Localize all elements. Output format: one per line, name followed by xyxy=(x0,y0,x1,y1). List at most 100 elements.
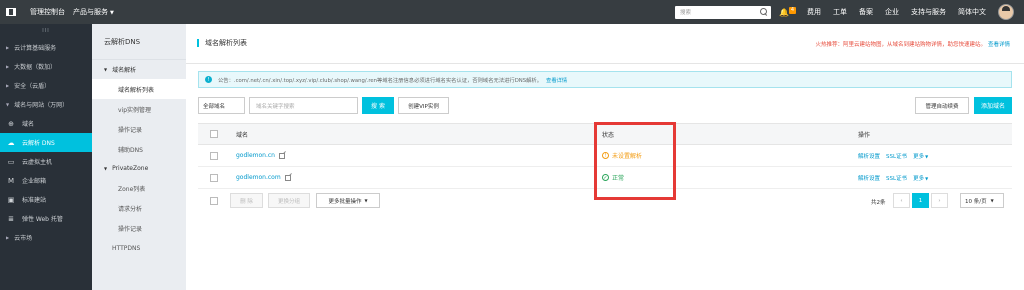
chevron-right-icon: ▶ xyxy=(6,235,10,240)
more-dropdown[interactable]: 更多▼ xyxy=(913,152,928,160)
domain-search-input[interactable]: 域名关键字搜索 xyxy=(249,97,358,114)
top-item-fees[interactable]: 费用 xyxy=(807,7,821,17)
notice-link[interactable]: 查看详情 xyxy=(546,76,567,84)
sidebar: III ▶ 云计算基础服务 ▶ 大数据（数加） ▶ 安全（云盾） ▼ 域名与网站（万网）… xyxy=(0,24,92,290)
top-item-language[interactable]: 简体中文 xyxy=(958,7,986,17)
dns-settings-link[interactable]: 解析设置 xyxy=(858,174,880,182)
ssl-cert-link[interactable]: SSL证书 xyxy=(886,174,907,182)
notice-bar: ! 公告：.com/.net/.cn/.xin/.top/.xyz/.vip/.… xyxy=(198,71,1012,88)
top-item-tickets[interactable]: 工单 xyxy=(833,7,847,17)
subnav-group-label: PrivateZone xyxy=(112,165,149,172)
secondary-nav: 云解析DNS ▼ 域名解析 域名解析列表 vip实例管理 操作记录 辅助DNS ▼… xyxy=(92,24,186,290)
notification-bell[interactable]: 🔔 4 xyxy=(777,5,796,19)
sidebar-item-label: 大数据（数加） xyxy=(14,64,57,71)
sidebar-item-market[interactable]: ▶ 云市场 xyxy=(0,228,92,247)
ssl-cert-link[interactable]: SSL证书 xyxy=(886,152,907,160)
subnav-item-log2[interactable]: 操作记录 xyxy=(92,218,186,238)
promo-text: 火热推荐：阿里云建站物图，从域名到建站购物详情，助您快速建站。 xyxy=(815,42,986,48)
sidebar-item-domains-websites[interactable]: ▼ 域名与网站（万网） xyxy=(0,95,92,114)
sidebar-item-mail[interactable]: M 企业邮箱 xyxy=(0,171,92,190)
global-search-input[interactable]: 搜索 xyxy=(675,5,771,19)
sidebar-item-bigdata[interactable]: ▶ 大数据（数加） xyxy=(0,57,92,76)
footer-select-all-checkbox[interactable] xyxy=(210,197,218,205)
subnav-group-label: 域名解析 xyxy=(112,67,137,74)
chevron-right-icon: ▶ xyxy=(6,83,10,88)
avatar[interactable] xyxy=(998,4,1014,20)
sidebar-item-web-hosting[interactable]: ≣ 弹性 Web 托管 xyxy=(0,209,92,228)
manage-autorenew-button[interactable]: 管理自动续费 xyxy=(915,97,969,114)
edit-icon[interactable] xyxy=(278,152,285,159)
page-size-label: 10 条/页 xyxy=(965,198,987,205)
subnav-item-vip[interactable]: vip实例管理 xyxy=(92,99,186,119)
row-checkbox[interactable] xyxy=(210,173,218,182)
domain-scope-select[interactable]: 全部域名 xyxy=(198,97,245,114)
current-page[interactable]: 1 xyxy=(912,193,929,208)
sidebar-item-label: 标准建站 xyxy=(22,197,47,204)
ops-cell: 解析设置 SSL证书 更多▼ xyxy=(858,174,934,182)
chevron-down-icon: ▼ xyxy=(364,198,368,203)
chevron-right-icon: ▶ xyxy=(6,64,10,69)
info-icon: ! xyxy=(205,76,212,83)
row-checkbox[interactable] xyxy=(210,151,218,160)
page-size-select[interactable]: 10 条/页 ▼ xyxy=(960,193,1004,208)
select-all-checkbox[interactable] xyxy=(210,130,218,138)
search-icon[interactable] xyxy=(760,8,768,16)
promo-link[interactable]: 查看详情 xyxy=(988,42,1010,48)
sidebar-item-virtual-host[interactable]: ▭ 云虚拟主机 xyxy=(0,152,92,171)
subnav-item-domain-list[interactable]: 域名解析列表 xyxy=(92,79,186,99)
subnav-item-httpdns[interactable]: HTTPDNS xyxy=(92,238,186,258)
search-button[interactable]: 搜 索 xyxy=(362,97,394,114)
products-menu[interactable]: 产品与服务 ▼ xyxy=(73,7,114,17)
domain-link[interactable]: godlemon.cn xyxy=(236,152,275,159)
sidebar-item-label: 云市场 xyxy=(14,235,33,242)
bulk-actions-label: 更多批量操作 xyxy=(328,198,362,205)
more-label: 更多 xyxy=(913,175,925,182)
next-page-button[interactable]: › xyxy=(931,193,948,208)
subnav-item-aux-dns[interactable]: 辅助DNS xyxy=(92,139,186,159)
logo-icon[interactable] xyxy=(0,0,22,24)
edit-icon[interactable] xyxy=(284,174,291,181)
sidebar-item-domain[interactable]: ⊕ 域名 xyxy=(0,114,92,133)
chevron-down-icon: ▼ xyxy=(990,198,994,203)
sidebar-item-security[interactable]: ▶ 安全（云盾） xyxy=(0,76,92,95)
sidebar-item-cloud-basic[interactable]: ▶ 云计算基础服务 xyxy=(0,38,92,57)
subnav-item-zone-list[interactable]: Zone列表 xyxy=(92,178,186,198)
sidebar-item-dns[interactable]: ☁ 云解析 DNS xyxy=(0,133,92,152)
bulk-actions-dropdown[interactable]: 更多批量操作 ▼ xyxy=(316,193,380,208)
chevron-right-icon: ▶ xyxy=(6,45,10,50)
change-group-button[interactable]: 更换分组 xyxy=(268,193,310,208)
search-placeholder: 搜索 xyxy=(680,10,692,16)
subnav-item-log[interactable]: 操作记录 xyxy=(92,119,186,139)
sidebar-item-label: 弹性 Web 托管 xyxy=(22,216,63,223)
monitor-icon: ▣ xyxy=(7,195,15,204)
sidebar-item-site-builder[interactable]: ▣ 标准建站 xyxy=(0,190,92,209)
domain-link[interactable]: godlemon.com xyxy=(236,174,281,181)
subnav-group-dns[interactable]: ▼ 域名解析 xyxy=(92,60,186,79)
subnav-item-request-analysis[interactable]: 请求分析 xyxy=(92,198,186,218)
page-header: 域名解析列表 火热推荐：阿里云建站物图，从域名到建站购物详情，助您快速建站。 查看… xyxy=(186,24,1024,64)
dns-settings-link[interactable]: 解析设置 xyxy=(858,152,880,160)
more-dropdown[interactable]: 更多▼ xyxy=(913,174,928,182)
page-title: 域名解析列表 xyxy=(197,39,247,47)
sidebar-item-label: 域名与网站（万网） xyxy=(14,102,69,109)
chevron-down-icon: ▼ xyxy=(925,153,929,159)
sidebar-collapse-handle[interactable]: III xyxy=(0,24,92,38)
sidebar-item-label: 云解析 DNS xyxy=(22,140,55,147)
console-link[interactable]: 管理控制台 xyxy=(30,7,65,17)
top-item-filing[interactable]: 备案 xyxy=(859,7,873,17)
chevron-down-icon: ▼ xyxy=(925,175,929,181)
promo-banner: 火热推荐：阿里云建站物图，从域名到建站购物详情，助您快速建站。 查看详情 xyxy=(815,40,1010,48)
sidebar-item-label: 安全（云盾） xyxy=(14,83,51,90)
top-item-support[interactable]: 支持与服务 xyxy=(911,7,946,17)
prev-page-button[interactable]: ‹ xyxy=(893,193,910,208)
top-item-enterprise[interactable]: 企业 xyxy=(885,7,899,17)
delete-button[interactable]: 删 除 xyxy=(230,193,263,208)
create-vip-button[interactable]: 创建VIP实例 xyxy=(398,97,449,114)
globe-icon: ⊕ xyxy=(8,119,14,128)
secondary-nav-title: 云解析DNS xyxy=(92,24,186,60)
pagination: ‹ 1 › xyxy=(893,193,950,208)
domain-cell: godlemon.cn xyxy=(236,152,285,159)
toolbar: 全部域名 域名关键字搜索 搜 索 创建VIP实例 管理自动续费 添加域名 xyxy=(198,97,1012,115)
subnav-group-privatezone[interactable]: ▼ PrivateZone xyxy=(92,159,186,178)
add-domain-button[interactable]: 添加域名 xyxy=(974,97,1012,114)
